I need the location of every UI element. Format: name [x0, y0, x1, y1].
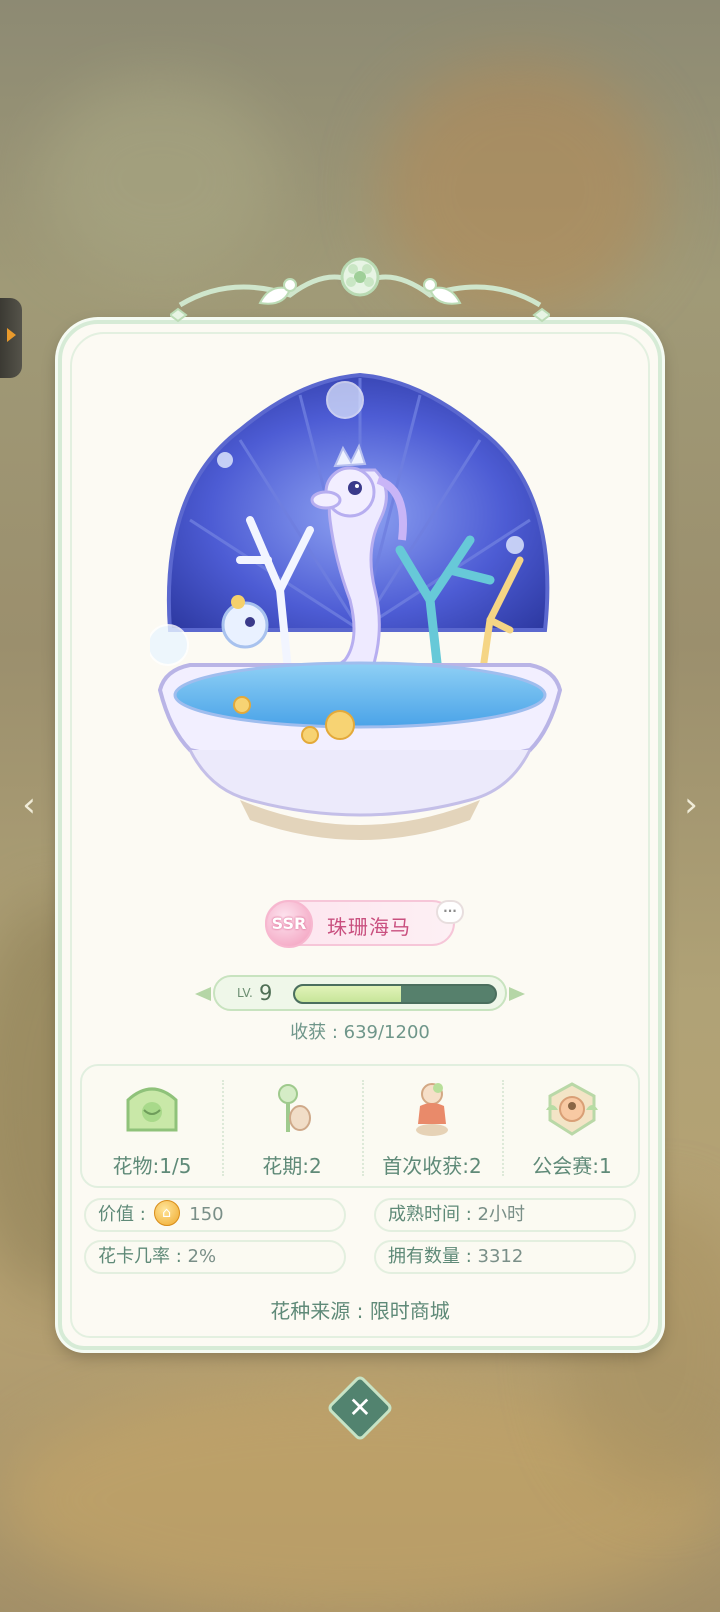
stat-first-harvest[interactable]: 首次收获:2 [362, 1066, 502, 1186]
coin-icon [153, 1200, 180, 1226]
mature-time-value: 2小时 [477, 1204, 525, 1225]
flower-frame-icon [126, 1087, 178, 1132]
expand-arrow-icon [7, 328, 16, 342]
stat-flower-items[interactable]: 花物:1/5 [82, 1066, 222, 1186]
value-pill: 价值 : 150 [84, 1198, 346, 1232]
owned-count-pill: 拥有数量 : 3312 [374, 1240, 636, 1274]
level-value: 9 [259, 981, 273, 1005]
more-info-bubble-icon[interactable]: ··· [436, 900, 464, 924]
owned-count-value: 3312 [477, 1246, 524, 1267]
level-label: LV. [237, 986, 253, 1000]
seed-source: 花种来源 : 限时商城 [270, 1299, 450, 1323]
owned-count-label: 拥有数量 : [388, 1246, 472, 1267]
next-flower-button[interactable]: › [676, 785, 706, 825]
leaf-right-icon [509, 987, 525, 1001]
flower-bud-icon [278, 1084, 311, 1132]
stat-guild-match[interactable]: 公会赛:1 [502, 1066, 642, 1186]
card-rate-pill: 花卡几率 : 2% [84, 1240, 346, 1274]
rarity-badge: SSR [265, 900, 313, 948]
value-label: 价值 : [98, 1204, 146, 1225]
flower-name: 珠珊海马 [327, 915, 411, 939]
value-amount: 150 [189, 1204, 224, 1225]
mature-time-label: 成熟时间 : [388, 1204, 472, 1225]
harvest-count: 收获 : 639/1200 [290, 1022, 430, 1043]
leaf-left-icon [195, 987, 211, 1001]
flower-stats-panel: 花物:1/5 花期:2 首次收获:2 公会赛:1 [80, 1064, 640, 1188]
card-rate-value: 2% [187, 1246, 217, 1267]
side-expand-tab[interactable] [0, 298, 22, 378]
level-progress-fill [295, 986, 401, 1002]
stat-bloom-period[interactable]: 花期:2 [222, 1066, 362, 1186]
card-rate-label: 花卡几率 : [98, 1246, 182, 1267]
coral-seahorse-artwork [150, 372, 563, 840]
level-progress-bar [293, 984, 497, 1004]
level-progress: LV. 9 [195, 975, 525, 1011]
harvest-doll-icon [416, 1083, 448, 1136]
flower-name-pill: SSR 珠珊海马 [265, 900, 455, 948]
close-icon[interactable]: ✕ [336, 1384, 384, 1432]
card-top-ornament [170, 257, 550, 323]
guild-emblem-icon [546, 1082, 598, 1136]
mature-time-pill: 成熟时间 : 2小时 [374, 1198, 636, 1232]
previous-flower-button[interactable]: ‹ [14, 785, 44, 825]
